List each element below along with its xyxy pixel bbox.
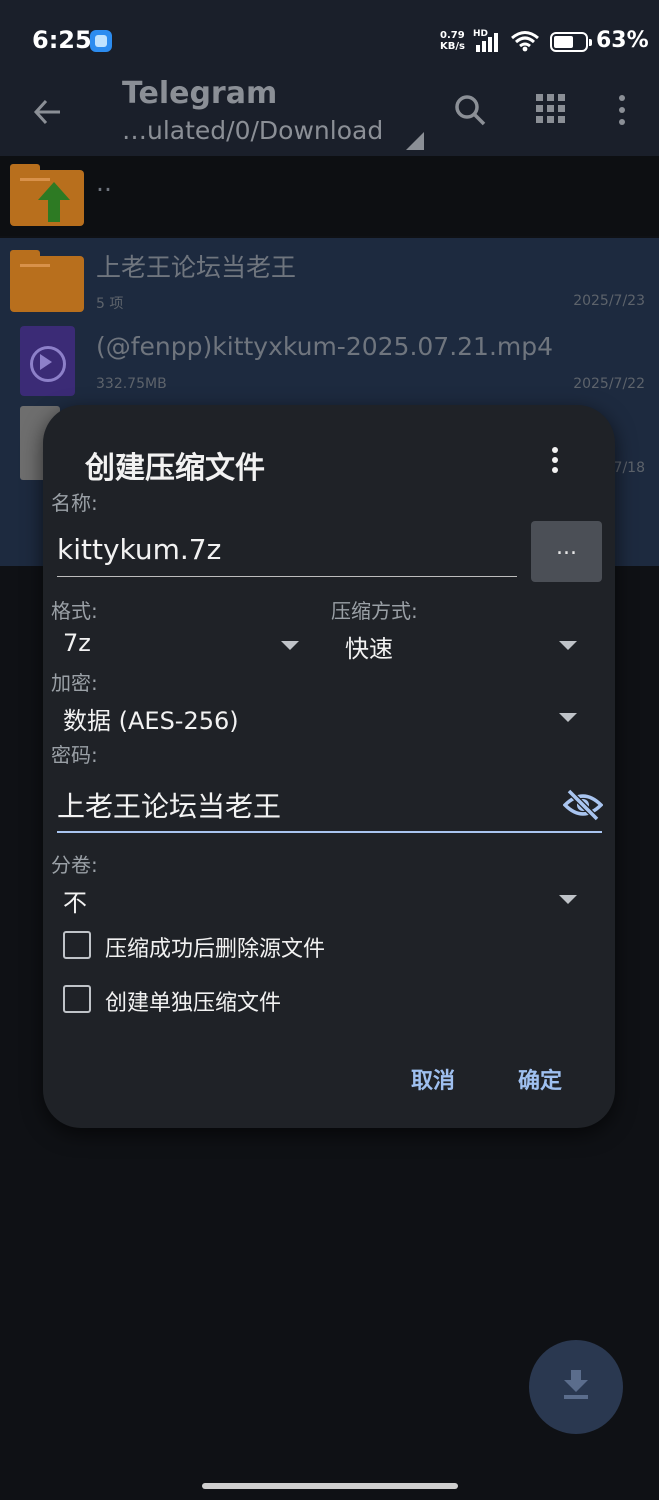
app-title: Telegram xyxy=(122,76,278,111)
delete-source-label: 压缩成功后删除源文件 xyxy=(105,937,326,962)
wifi-icon xyxy=(511,31,539,52)
eye-off-icon[interactable] xyxy=(563,787,603,823)
encryption-value: 数据 (AES-256) xyxy=(63,707,239,735)
file-name: (@fenpp)kittyxkum-2025.07.21.mp4 xyxy=(96,332,554,361)
file-meta: 332.75MB xyxy=(96,376,167,392)
file-date: 7/18 xyxy=(613,460,645,476)
folder-up-icon xyxy=(10,164,84,226)
format-value: 7z xyxy=(63,629,91,657)
delete-source-checkbox-row[interactable]: 压缩成功后删除源文件 xyxy=(61,927,381,963)
file-date: 2025/7/22 xyxy=(573,376,645,392)
app-notification-icon xyxy=(90,30,112,52)
delete-source-checkbox[interactable] xyxy=(63,931,91,959)
grid-view-icon[interactable] xyxy=(536,94,566,124)
format-label: 格式: xyxy=(51,599,98,623)
format-select[interactable]: 7z xyxy=(57,625,307,665)
name-label: 名称: xyxy=(51,491,98,515)
split-select[interactable]: 不 xyxy=(57,879,587,919)
status-time: 6:25 xyxy=(32,26,92,54)
download-icon xyxy=(564,1370,588,1399)
browse-button[interactable]: ... xyxy=(531,521,602,582)
play-icon xyxy=(40,354,52,370)
separate-archive-checkbox[interactable] xyxy=(63,985,91,1013)
file-name: 上老王论坛当老王 xyxy=(96,253,297,282)
ok-button[interactable]: 确定 xyxy=(518,1063,562,1095)
status-bar: 6:25 0.79 KB/s HD 63% xyxy=(0,0,659,76)
home-indicator[interactable] xyxy=(202,1483,458,1489)
battery-percent: 63% xyxy=(596,28,649,53)
app-bar: Telegram …ulated/0/Download xyxy=(0,76,659,156)
chevron-down-icon xyxy=(281,641,299,650)
parent-directory-label: .. xyxy=(96,168,112,197)
method-value: 快速 xyxy=(345,635,393,663)
split-value: 不 xyxy=(63,889,87,917)
more-vert-icon[interactable] xyxy=(612,92,632,128)
path-dropdown-icon[interactable] xyxy=(406,132,424,150)
separate-archive-label: 创建单独压缩文件 xyxy=(105,991,282,1016)
cancel-button[interactable]: 取消 xyxy=(411,1063,455,1095)
signal-icon xyxy=(476,32,506,52)
split-label: 分卷: xyxy=(51,853,98,877)
current-path[interactable]: …ulated/0/Download xyxy=(122,116,383,145)
password-input[interactable]: 上老王论坛当老王 xyxy=(57,785,602,833)
dialog-title: 创建压缩文件 xyxy=(85,451,265,486)
back-arrow-icon[interactable] xyxy=(30,94,66,130)
password-label: 密码: xyxy=(51,743,98,767)
battery-fill xyxy=(554,36,573,48)
battery-icon xyxy=(550,32,592,52)
create-archive-dialog: 创建压缩文件 名称: kittykum.7z ... 格式: 7z 压缩方式: … xyxy=(43,405,615,1128)
network-speed: 0.79 KB/s xyxy=(440,30,465,52)
list-item[interactable]: (@fenpp)kittyxkum-2025.07.21.mp4 332.75M… xyxy=(0,320,659,402)
list-item[interactable]: 上老王论坛当老王 5 项 2025/7/23 xyxy=(0,238,659,320)
encryption-select[interactable]: 数据 (AES-256) xyxy=(57,697,587,737)
file-meta: 5 项 xyxy=(96,296,124,312)
folder-icon xyxy=(10,250,84,312)
parent-directory-row[interactable]: .. xyxy=(0,156,659,236)
file-date: 2025/7/23 xyxy=(573,293,645,309)
method-label: 压缩方式: xyxy=(331,599,418,623)
archive-name-input[interactable]: kittykum.7z xyxy=(57,531,517,577)
chevron-down-icon xyxy=(559,895,577,904)
dialog-more-icon[interactable] xyxy=(545,445,565,475)
chevron-down-icon xyxy=(559,641,577,650)
chevron-down-icon xyxy=(559,713,577,722)
encryption-label: 加密: xyxy=(51,671,98,695)
separate-archive-checkbox-row[interactable]: 创建单独压缩文件 xyxy=(61,981,381,1017)
search-icon[interactable] xyxy=(452,92,488,128)
method-select[interactable]: 快速 xyxy=(337,625,587,665)
